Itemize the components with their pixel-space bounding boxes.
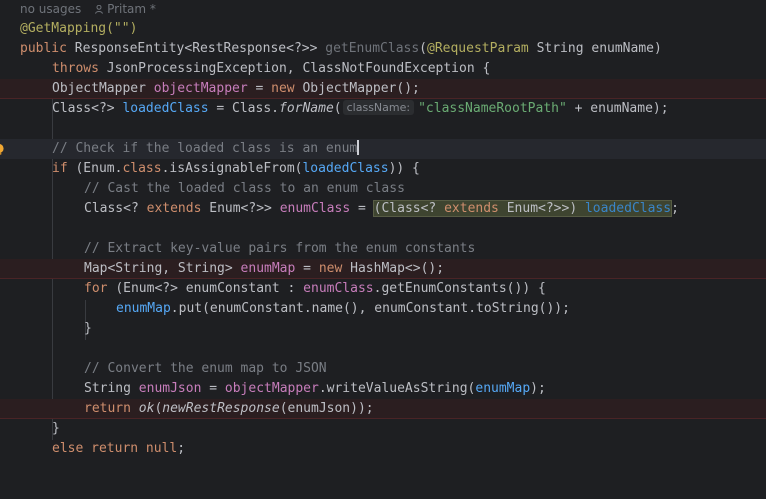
closing-brace: } [52, 421, 60, 436]
throws-clause: throws JsonProcessingException, ClassNot… [52, 61, 491, 76]
code-line-for[interactable]: for (Enum<?> enumConstant : enumClass.ge… [0, 279, 766, 299]
statement-json: String enumJson = objectMapper.writeValu… [84, 381, 546, 396]
else-statement: else return null; [52, 441, 186, 456]
code-line-if[interactable]: if (Enum.class.isAssignableFrom(loadedCl… [0, 159, 766, 179]
code-line-close-if[interactable]: } [0, 419, 766, 439]
author-name: Pritam * [107, 2, 156, 16]
text-caret [357, 140, 359, 155]
code-line-return[interactable]: return ok(newRestResponse(enumJson)); [0, 399, 766, 419]
person-icon [95, 5, 103, 14]
code-vision-hints: no usages Pritam * [20, 0, 156, 19]
code-line-close-for[interactable]: } [0, 319, 766, 339]
statement-put: enumMap.put(enumConstant.name(), enumCon… [116, 301, 570, 316]
annotation-getmapping: @GetMapping("") [20, 21, 138, 36]
code-line-signature[interactable]: public ResponseEntity<RestResponse<?>> g… [0, 39, 766, 59]
code-line-objectmapper[interactable]: ObjectMapper objectMapper = new ObjectMa… [0, 79, 766, 99]
code-line-json[interactable]: String enumJson = objectMapper.writeValu… [0, 379, 766, 399]
code-line-else[interactable]: else return null; [0, 439, 766, 459]
method-signature: public ResponseEntity<RestResponse<?>> g… [20, 41, 662, 56]
code-line-enumclass[interactable]: Class<? extends Enum<?>> enumClass = (Cl… [0, 199, 766, 219]
if-statement: if (Enum.class.isAssignableFrom(loadedCl… [52, 161, 420, 176]
redundant-cast-highlight[interactable]: (Class<? extends Enum<?>>) loadedClass [372, 200, 673, 217]
comment-check: // Check if the loaded class is an enum [52, 140, 359, 156]
code-line-comment-check[interactable]: // Check if the loaded class is an enum [0, 139, 766, 159]
comment-convert: // Convert the enum map to JSON [84, 361, 327, 376]
code-line-comment-extract[interactable]: // Extract key-value pairs from the enum… [0, 239, 766, 259]
lightbulb-icon[interactable] [0, 143, 8, 157]
author-hint[interactable]: Pritam * [95, 2, 156, 16]
parameter-name-hint: className: [342, 100, 415, 115]
code-line-put[interactable]: enumMap.put(enumConstant.name(), enumCon… [0, 299, 766, 319]
usages-hint[interactable]: no usages [20, 2, 81, 16]
code-line-loadedclass[interactable]: Class<?> loadedClass = Class.forName(cla… [0, 99, 766, 119]
return-statement: return ok(newRestResponse(enumJson)); [84, 401, 374, 416]
statement-enumclass: Class<? extends Enum<?>> enumClass = (Cl… [84, 200, 679, 217]
statement-map: Map<String, String> enumMap = new HashMa… [84, 261, 445, 276]
comment-extract: // Extract key-value pairs from the enum… [84, 241, 476, 256]
statement-loadedclass: Class<?> loadedClass = Class.forName(cla… [52, 100, 669, 116]
code-line-comment-convert[interactable]: // Convert the enum map to JSON [0, 359, 766, 379]
code-line-comment-cast[interactable]: // Cast the loaded class to an enum clas… [0, 179, 766, 199]
code-line-getmapping[interactable]: @GetMapping("") [0, 19, 766, 39]
code-line-throws[interactable]: throws JsonProcessingException, ClassNot… [0, 59, 766, 79]
closing-brace: } [84, 321, 92, 336]
comment-cast: // Cast the loaded class to an enum clas… [84, 181, 405, 196]
statement-objectmapper: ObjectMapper objectMapper = new ObjectMa… [52, 81, 420, 96]
code-line-map[interactable]: Map<String, String> enumMap = new HashMa… [0, 259, 766, 279]
for-statement: for (Enum<?> enumConstant : enumClass.ge… [84, 281, 546, 296]
